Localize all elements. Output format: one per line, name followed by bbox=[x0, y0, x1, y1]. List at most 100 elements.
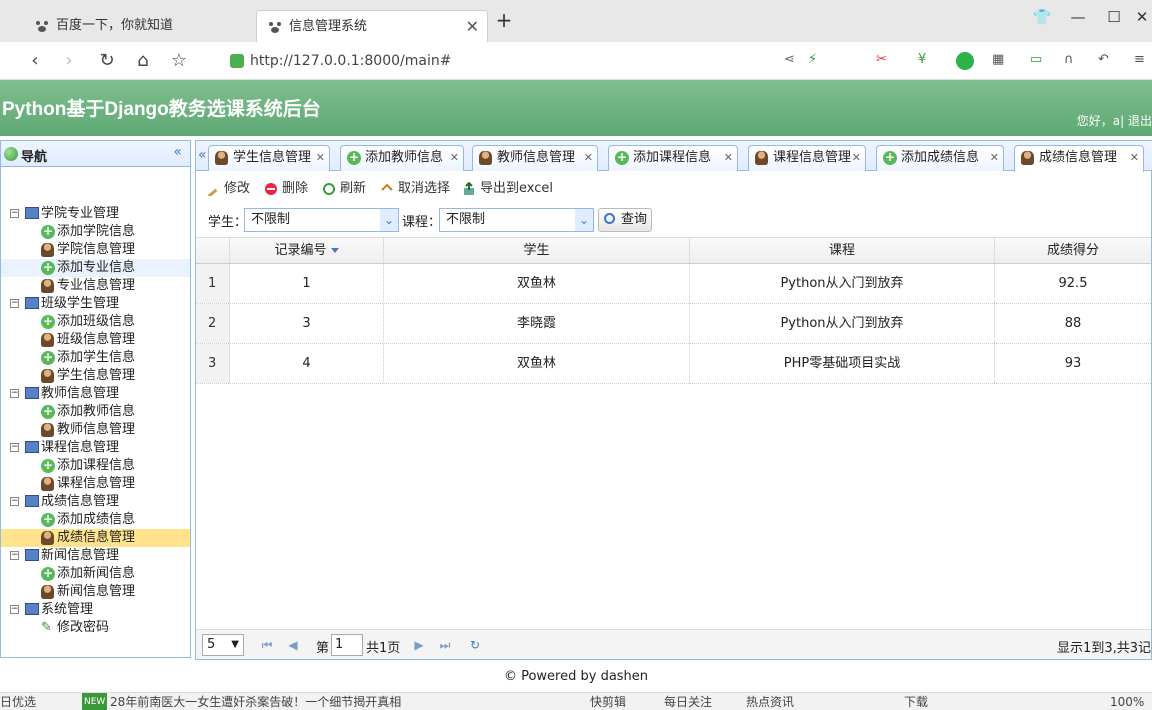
address-bar[interactable]: http://127.0.0.1:8000/main# bbox=[226, 48, 766, 74]
status-item[interactable]: 每日关注 bbox=[664, 693, 712, 710]
close-tab-icon[interactable]: ✕ bbox=[450, 146, 459, 170]
menu-icon[interactable]: ≡ bbox=[1134, 52, 1152, 70]
nav-item[interactable]: 新闻信息管理 bbox=[1, 583, 190, 601]
nav-group-2[interactable]: − 教师信息管理 bbox=[1, 385, 190, 403]
next-page-icon[interactable]: ▶ bbox=[412, 637, 426, 653]
tab-2[interactable]: 教师信息管理 ✕ bbox=[472, 145, 598, 171]
home-icon[interactable]: ⌂ bbox=[132, 50, 154, 72]
nav-group-0[interactable]: − 学院专业管理 bbox=[1, 205, 190, 223]
tab-1[interactable]: + 添加教师信息 ✕ bbox=[340, 145, 464, 171]
nav-item[interactable]: + 添加课程信息 bbox=[1, 457, 190, 475]
close-window-icon[interactable]: ✕ bbox=[1132, 8, 1152, 26]
grid-icon[interactable]: ▦ bbox=[992, 52, 1010, 70]
refresh-button[interactable]: 刷新 bbox=[322, 180, 366, 198]
edit-button[interactable]: 修改 bbox=[206, 180, 250, 198]
nav-item[interactable]: 学生信息管理 bbox=[1, 367, 190, 385]
welcome-logout[interactable]: 您好，a| 退出 bbox=[1077, 112, 1152, 129]
close-tab-icon[interactable]: ✕ bbox=[584, 146, 593, 170]
column-header-course[interactable]: 课程 bbox=[690, 238, 995, 263]
nav-item[interactable]: 专业信息管理 bbox=[1, 277, 190, 295]
unselect-button[interactable]: 取消选择 bbox=[380, 180, 450, 198]
collapse-tree-icon[interactable]: − bbox=[10, 497, 19, 506]
page-number-input[interactable]: 1 bbox=[331, 634, 363, 656]
collapse-tree-icon[interactable]: − bbox=[10, 551, 19, 560]
tab-0[interactable]: 学生信息管理 ✕ bbox=[208, 145, 330, 171]
app-green-icon[interactable] bbox=[956, 52, 974, 70]
status-item[interactable]: 快剪辑 bbox=[590, 693, 626, 710]
collapse-tree-icon[interactable]: − bbox=[10, 389, 19, 398]
reload-icon[interactable]: ↻ bbox=[96, 50, 118, 72]
nav-item[interactable]: ✎ 修改密码 bbox=[1, 619, 190, 637]
maximize-icon[interactable]: ☐ bbox=[1104, 8, 1124, 26]
shirt-icon[interactable]: 👕 bbox=[1032, 8, 1052, 26]
collapse-tree-icon[interactable]: − bbox=[10, 209, 19, 218]
nav-item[interactable]: + 添加专业信息 bbox=[1, 259, 190, 277]
student-filter-select[interactable]: 不限制 ⌄ bbox=[244, 208, 399, 232]
delete-button[interactable]: 删除 bbox=[264, 180, 308, 198]
nav-item[interactable]: + 添加教师信息 bbox=[1, 403, 190, 421]
forward-icon[interactable]: › bbox=[58, 50, 80, 72]
browser-tab-active[interactable]: 信息管理系统 ✕ bbox=[256, 10, 488, 42]
export-button[interactable]: 导出到excel bbox=[462, 180, 553, 198]
nav-group-6[interactable]: − 系统管理 bbox=[1, 601, 190, 619]
nav-group-4[interactable]: − 成绩信息管理 bbox=[1, 493, 190, 511]
nav-group-5[interactable]: − 新闻信息管理 bbox=[1, 547, 190, 565]
status-item[interactable]: 下载 bbox=[904, 693, 928, 710]
close-tab-icon[interactable]: ✕ bbox=[466, 11, 479, 43]
nav-item[interactable]: + 添加新闻信息 bbox=[1, 565, 190, 583]
nav-item[interactable]: 课程信息管理 bbox=[1, 475, 190, 493]
nav-item[interactable]: + 添加成绩信息 bbox=[1, 511, 190, 529]
nav-item[interactable]: 成绩信息管理 bbox=[1, 529, 190, 547]
undo-icon[interactable]: ↶ bbox=[1098, 52, 1116, 70]
zoom-level[interactable]: 100% bbox=[1110, 693, 1144, 710]
tab-scroll-left-icon[interactable]: « bbox=[198, 147, 207, 163]
nav-group-1[interactable]: − 班级学生管理 bbox=[1, 295, 190, 313]
nav-group-3[interactable]: − 课程信息管理 bbox=[1, 439, 190, 457]
prev-page-icon[interactable]: ◀ bbox=[286, 637, 300, 653]
headphones-icon[interactable]: ∩ bbox=[1064, 52, 1082, 70]
nav-item[interactable]: 班级信息管理 bbox=[1, 331, 190, 349]
close-tab-icon[interactable]: ✕ bbox=[724, 146, 733, 170]
course-filter-select[interactable]: 不限制 ⌄ bbox=[439, 208, 594, 232]
star-icon[interactable]: ☆ bbox=[168, 50, 190, 72]
nav-item[interactable]: 教师信息管理 bbox=[1, 421, 190, 439]
shield-icon[interactable]: ¥ bbox=[918, 52, 936, 70]
reload-page-icon[interactable]: ↻ bbox=[468, 637, 482, 653]
nav-item[interactable]: + 添加班级信息 bbox=[1, 313, 190, 331]
table-row[interactable]: 3 4 双鱼林 PHP零基础项目实战 93 bbox=[196, 344, 1151, 384]
browser-tab-baidu[interactable]: 百度一下，你就知道 bbox=[24, 10, 256, 42]
chevron-down-icon[interactable]: ⌄ bbox=[575, 209, 593, 231]
collapse-tree-icon[interactable]: − bbox=[10, 443, 19, 452]
close-tab-icon[interactable]: ✕ bbox=[990, 146, 999, 170]
tab-6[interactable]: 成绩信息管理 ✕ bbox=[1014, 145, 1144, 172]
collapse-tree-icon[interactable]: − bbox=[10, 605, 19, 614]
first-page-icon[interactable]: ⏮ bbox=[260, 637, 274, 653]
table-row[interactable]: 1 1 双鱼林 Python从入门到放弃 92.5 bbox=[196, 264, 1151, 304]
nav-item[interactable]: 学院信息管理 bbox=[1, 241, 190, 259]
tab-3[interactable]: + 添加课程信息 ✕ bbox=[608, 145, 738, 171]
last-page-icon[interactable]: ⏭ bbox=[438, 637, 452, 653]
close-tab-icon[interactable]: ✕ bbox=[1130, 146, 1139, 170]
close-tab-icon[interactable]: ✕ bbox=[316, 146, 325, 170]
new-tab-button[interactable]: + bbox=[494, 8, 514, 32]
battery-icon[interactable]: ▭ bbox=[1030, 52, 1048, 70]
lightning-icon[interactable]: ⚡ bbox=[808, 52, 826, 70]
back-icon[interactable]: ‹ bbox=[24, 50, 46, 72]
close-tab-icon[interactable]: ✕ bbox=[852, 146, 861, 170]
column-header-student[interactable]: 学生 bbox=[384, 238, 690, 263]
column-header-id[interactable]: 记录编号 bbox=[230, 238, 384, 263]
nav-item[interactable]: + 添加学生信息 bbox=[1, 349, 190, 367]
minimize-icon[interactable]: — bbox=[1068, 8, 1088, 26]
column-header-score[interactable]: 成绩得分 bbox=[995, 238, 1151, 263]
collapse-tree-icon[interactable]: − bbox=[10, 299, 19, 308]
chevron-down-icon[interactable]: ⌄ bbox=[380, 209, 398, 231]
page-size-select[interactable]: 5 ▼ bbox=[202, 634, 244, 656]
query-button[interactable]: 查询 bbox=[598, 208, 652, 232]
tab-4[interactable]: 课程信息管理 ✕ bbox=[748, 145, 866, 171]
status-news[interactable]: 28年前南医大一女生遭奸杀案告破！一个细节揭开真相 bbox=[110, 693, 401, 710]
share-icon[interactable]: ⋖ bbox=[784, 52, 802, 70]
nav-item[interactable]: + 添加学院信息 bbox=[1, 223, 190, 241]
table-row[interactable]: 2 3 李晓霞 Python从入门到放弃 88 bbox=[196, 304, 1151, 344]
tab-5[interactable]: + 添加成绩信息 ✕ bbox=[876, 145, 1004, 171]
status-item[interactable]: 热点资讯 bbox=[746, 693, 794, 710]
